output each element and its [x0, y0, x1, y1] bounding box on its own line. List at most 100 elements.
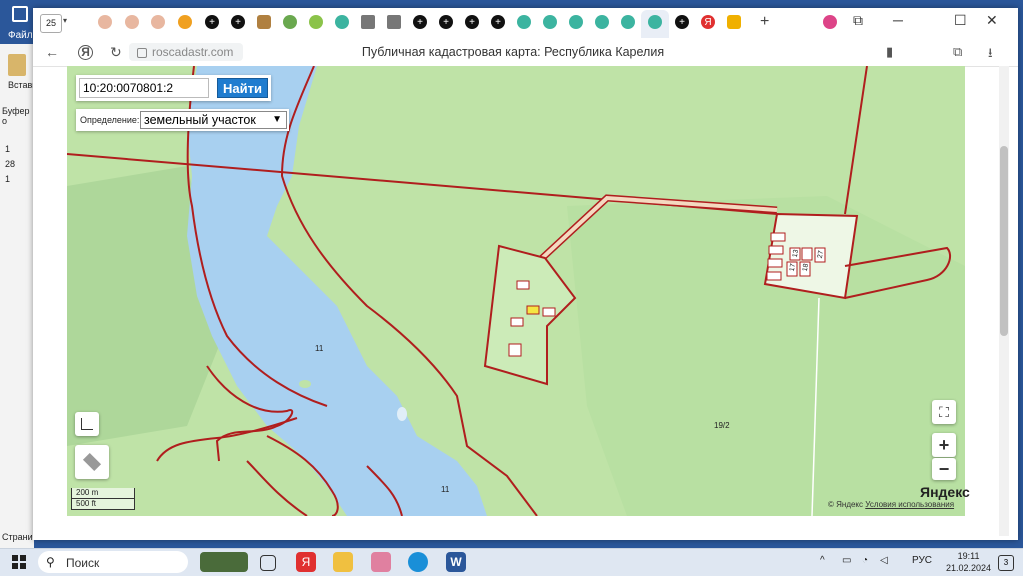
yandex-browser-icon[interactable]: Я [296, 552, 316, 572]
plot-label: 27 [816, 250, 826, 259]
tab-favicon-leaf[interactable] [283, 15, 297, 29]
definition-label: Определение: [80, 115, 140, 125]
cadastre-number-input[interactable] [79, 78, 209, 98]
tab-favicon-avito[interactable] [335, 15, 349, 29]
windows-logo-icon [20, 555, 26, 561]
word-icon[interactable]: W [446, 552, 466, 572]
notification-badge[interactable]: 3 [998, 555, 1014, 571]
ruler-tool-button[interactable] [75, 412, 99, 436]
back-arrow-icon[interactable]: ← [45, 44, 59, 60]
close-icon[interactable]: ✕ [986, 12, 998, 29]
url-text: roscadastr.com [152, 45, 234, 59]
plot-label: 13 [791, 249, 801, 258]
tab-favicon-plus-circle[interactable]: + [231, 15, 245, 29]
volume-icon[interactable]: ◁ [880, 555, 888, 566]
building [768, 245, 784, 255]
tab-favicon-avatar[interactable] [98, 15, 112, 29]
tab-favicon-plus-circle[interactable]: + [675, 15, 689, 29]
definition-value: земельный участок [144, 113, 256, 127]
file-explorer-icon[interactable] [333, 552, 353, 572]
forest-area [567, 196, 965, 516]
tab-favicon-leaf[interactable] [309, 15, 323, 29]
tab-favicon-plus-circle[interactable]: + [491, 15, 505, 29]
language-indicator[interactable]: РУС [912, 555, 932, 566]
layers-button[interactable] [75, 445, 109, 479]
building-selected[interactable] [526, 305, 540, 315]
yandex-logo-text: Яндекс [920, 484, 970, 500]
clock-date: 21.02.2024 [946, 563, 992, 573]
tab-favicon-avito[interactable] [595, 15, 609, 29]
building [542, 307, 556, 317]
taskbar-search[interactable]: ⚲ Поиск [38, 551, 188, 573]
save-icon[interactable] [12, 6, 28, 22]
terms-link[interactable]: Условия использования [865, 500, 954, 509]
tab-favicon-image[interactable] [727, 15, 741, 29]
tab-favicon-avatar[interactable] [151, 15, 165, 29]
tab-favicon-box[interactable] [257, 15, 271, 29]
reload-icon[interactable]: ↻ [110, 44, 122, 61]
bookmark-icon[interactable]: ▮ [886, 44, 893, 60]
collections-icon[interactable]: ⧉ [853, 12, 863, 29]
scale-bar: 200 m 500 ft [71, 488, 135, 510]
tab-favicon-home[interactable] [361, 15, 375, 29]
island [299, 380, 311, 388]
map-canvas [67, 66, 965, 516]
taskbar-search-placeholder: Поиск [66, 556, 100, 570]
paste-icon[interactable] [8, 54, 26, 76]
tab-favicon-avito[interactable] [517, 15, 531, 29]
edge-icon[interactable] [408, 552, 428, 572]
tab-favicon-avito-active[interactable] [648, 15, 662, 29]
page-scrollbar[interactable] [999, 66, 1009, 536]
land-parcel[interactable] [483, 244, 577, 386]
maximize-icon[interactable]: ☐ [954, 12, 967, 29]
tab-favicon-avito[interactable] [569, 15, 583, 29]
tab-favicon-plus-circle[interactable]: + [205, 15, 219, 29]
parcel-label: 19/2 [714, 421, 730, 430]
tab-count-button[interactable]: 25 [40, 14, 62, 33]
download-icon[interactable]: ⭳ [988, 44, 993, 66]
cadastre-search-panel: Найти [76, 75, 271, 101]
pet-app-icon[interactable] [371, 552, 391, 572]
zoom-out-button[interactable]: − [932, 458, 956, 480]
task-view-icon[interactable] [260, 555, 276, 571]
find-button[interactable]: Найти [217, 78, 268, 98]
start-button[interactable] [12, 555, 26, 569]
wifi-icon[interactable]: ◔ [862, 555, 868, 566]
tab-favicon-avatar[interactable] [125, 15, 139, 29]
layers-icon [82, 452, 102, 472]
tray-chevron-up-icon[interactable]: ^ [820, 555, 825, 566]
tab-favicon-avito[interactable] [621, 15, 635, 29]
extensions-icon[interactable]: ⧉ [953, 44, 962, 60]
chevron-down-icon[interactable]: ▾ [63, 16, 67, 25]
scrollbar-thumb[interactable] [1000, 146, 1008, 336]
network-icon[interactable]: ▭ [842, 555, 851, 566]
tab-favicon-game[interactable] [178, 15, 192, 29]
address-bar: ← Я ↻ roscadastr.com Публичная кадастров… [33, 38, 1018, 67]
tab-favicon-home[interactable] [387, 15, 401, 29]
profile-icon[interactable] [823, 15, 837, 29]
zoom-in-button[interactable]: + [932, 433, 956, 457]
word-file-tab[interactable]: Файл [8, 30, 33, 41]
definition-select[interactable]: земельный участок ▼ [140, 111, 287, 129]
building [508, 343, 522, 357]
minimize-icon[interactable]: ─ [893, 12, 903, 28]
tab-favicon-avito[interactable] [543, 15, 557, 29]
cadastral-map[interactable]: 11 11 19/2 17 13 18 27 [67, 66, 965, 516]
new-tab-icon[interactable]: + [760, 13, 769, 31]
tab-favicon-yandex[interactable]: Я [701, 15, 715, 29]
parcel-label: 11 [441, 485, 450, 494]
tab-favicon-plus-circle[interactable]: + [465, 15, 479, 29]
widgets-icon[interactable] [200, 552, 248, 572]
scale-feet: 500 ft [71, 499, 135, 510]
clock[interactable]: 19:11 21.02.2024 [946, 550, 991, 574]
yandex-icon[interactable]: Я [78, 45, 93, 60]
windows-logo-icon [12, 555, 18, 561]
url-field[interactable]: roscadastr.com [129, 43, 243, 61]
tab-favicon-plus-circle[interactable]: + [439, 15, 453, 29]
plot-label: 17 [788, 263, 798, 272]
lock-icon [137, 47, 147, 58]
parcel-boundary [844, 66, 868, 215]
tab-favicon-plus-circle[interactable]: + [413, 15, 427, 29]
lake-water [187, 66, 487, 516]
fullscreen-button[interactable]: ⛶ [932, 400, 956, 424]
